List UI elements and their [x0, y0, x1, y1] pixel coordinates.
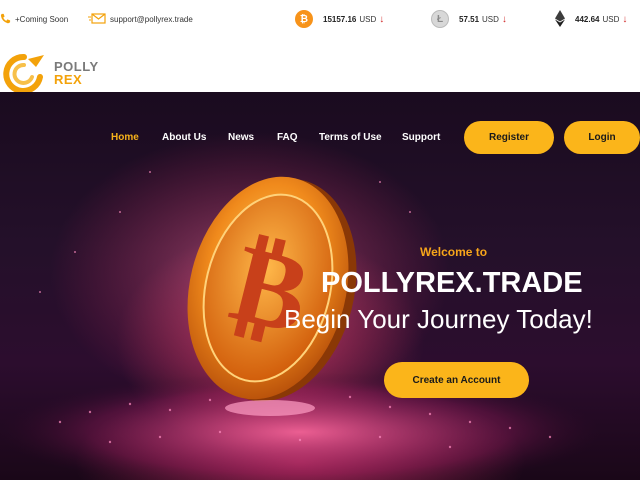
hero-section: ₿ Home About Us News FAQ Terms of Use Su… — [0, 92, 640, 480]
ticker-litecoin: Ł 57.51 USD ↓ — [431, 10, 507, 28]
down-arrow-icon: ↓ — [501, 13, 507, 25]
register-button[interactable]: Register — [464, 121, 554, 154]
phone-text: +Coming Soon — [15, 15, 69, 24]
ticker-unit: USD — [602, 15, 620, 24]
ethereum-icon — [555, 10, 565, 29]
create-account-button[interactable]: Create an Account — [384, 362, 529, 398]
ticker-bitcoin: ₿ 15157.16 USD ↓ — [295, 10, 384, 28]
ticker-ethereum: 442.64 USD ↓ — [555, 10, 627, 29]
nav-support[interactable]: Support — [402, 132, 440, 143]
ticker-value: 442.64 — [575, 15, 600, 24]
ticker-value: 15157.16 — [323, 14, 357, 24]
logo-strip: POLLY REX — [0, 38, 640, 94]
logo-mark-icon — [2, 53, 46, 94]
site-logo[interactable]: POLLY REX — [2, 53, 99, 94]
logo-word-rex: REX — [54, 72, 83, 87]
nav-home[interactable]: Home — [111, 132, 139, 143]
down-arrow-icon: ↓ — [379, 13, 385, 25]
login-button[interactable]: Login — [564, 121, 640, 154]
ticker-unit: USD — [359, 14, 377, 24]
phone-icon — [0, 13, 11, 26]
logo-wordmark: POLLY REX — [54, 60, 99, 86]
nav-faq[interactable]: FAQ — [277, 132, 298, 143]
nav-terms-of-use[interactable]: Terms of Use — [319, 132, 382, 143]
top-info-bar: +Coming Soon support@pollyrex.trade ₿ 15… — [0, 0, 640, 38]
hero-tagline: Begin Your Journey Today! — [284, 304, 593, 334]
bitcoin-icon: ₿ — [295, 10, 313, 28]
email-link[interactable]: support@pollyrex.trade — [110, 15, 193, 24]
hero-welcome: Welcome to — [420, 245, 488, 259]
hero-brand-title: POLLYREX.TRADE — [321, 267, 583, 299]
phone-contact: +Coming Soon — [0, 13, 68, 26]
litecoin-icon: Ł — [431, 10, 449, 28]
nav-news[interactable]: News — [228, 132, 254, 143]
ticker-unit: USD — [482, 14, 499, 24]
nav-about-us[interactable]: About Us — [162, 132, 206, 143]
down-arrow-icon: ↓ — [622, 14, 628, 25]
envelope-icon — [88, 13, 106, 26]
ticker-value: 57.51 — [459, 14, 480, 24]
email-contact[interactable]: support@pollyrex.trade — [88, 13, 193, 26]
